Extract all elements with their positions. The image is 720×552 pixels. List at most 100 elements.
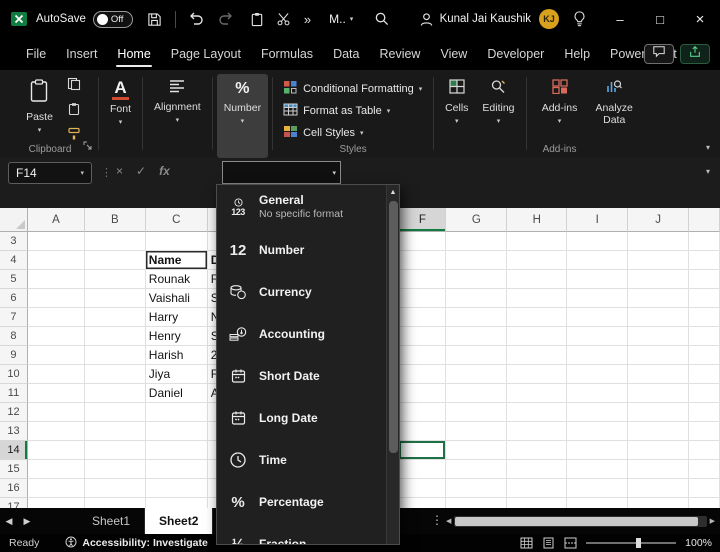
cell-A12[interactable] <box>27 403 85 422</box>
previous-sheet-icon[interactable]: ◀ <box>0 516 18 527</box>
cell-k9[interactable] <box>689 346 720 365</box>
cell-J13[interactable] <box>628 422 690 441</box>
scrollbar-track[interactable] <box>454 515 707 527</box>
search-icon[interactable] <box>374 11 389 26</box>
cell-A13[interactable] <box>27 422 85 441</box>
cell-H16[interactable] <box>507 479 568 498</box>
cell-B3[interactable] <box>84 232 146 251</box>
cell-H14[interactable] <box>507 441 568 460</box>
tab-view[interactable]: View <box>430 38 477 70</box>
cell-I15[interactable] <box>567 460 629 479</box>
cell-H4[interactable] <box>507 251 568 270</box>
alignment-button[interactable]: Alignment ▾ <box>147 74 208 158</box>
cells-button[interactable]: Cells ▾ <box>438 74 475 158</box>
cell-A7[interactable] <box>27 308 85 327</box>
format-option-general[interactable]: 123 General No specific format <box>217 185 386 229</box>
cell-H12[interactable] <box>507 403 568 422</box>
cell-A9[interactable] <box>27 346 85 365</box>
row-header-10[interactable]: 10 <box>0 365 28 384</box>
tab-insert[interactable]: Insert <box>56 38 107 70</box>
cell-k14[interactable] <box>689 441 720 460</box>
accessibility-checker[interactable]: Accessibility: Investigate <box>65 536 208 551</box>
cell-G15[interactable] <box>446 460 508 479</box>
cell-G3[interactable] <box>446 232 508 251</box>
cell-k13[interactable] <box>689 422 720 441</box>
cell-J11[interactable] <box>628 384 690 403</box>
cell-G5[interactable] <box>446 270 508 289</box>
column-header-G[interactable]: G <box>446 208 508 232</box>
cell-I16[interactable] <box>567 479 629 498</box>
sheet-tab-sheet2[interactable]: Sheet2 <box>145 508 214 534</box>
format-option-long-date[interactable]: Long Date <box>217 397 386 439</box>
cell-A16[interactable] <box>27 479 85 498</box>
cell-F13[interactable] <box>399 422 447 441</box>
cell-H9[interactable] <box>507 346 568 365</box>
toolbar-overflow-chevron[interactable]: » <box>304 12 311 27</box>
font-button[interactable]: A Font ▾ <box>103 74 138 158</box>
cell-J15[interactable] <box>628 460 690 479</box>
analyze-data-button[interactable]: Analyze Data <box>589 74 640 158</box>
scroll-up-icon[interactable]: ▲ <box>390 185 397 196</box>
cell-G10[interactable] <box>446 365 508 384</box>
select-all-corner[interactable] <box>0 208 28 232</box>
cell-I14[interactable] <box>567 441 629 460</box>
clipboard-icon[interactable] <box>250 12 264 27</box>
expand-formula-bar-icon[interactable]: ▾ <box>706 167 710 176</box>
row-header-6[interactable]: 6 <box>0 289 28 308</box>
cell-F7[interactable] <box>399 308 447 327</box>
row-header-16[interactable]: 16 <box>0 479 28 498</box>
row-header-3[interactable]: 3 <box>0 232 28 251</box>
cell-F14[interactable] <box>399 441 447 460</box>
cell-C15[interactable] <box>145 460 208 479</box>
cell-C12[interactable] <box>145 403 208 422</box>
zoom-level[interactable]: 100% <box>685 537 712 549</box>
format-option-time[interactable]: Time <box>217 439 386 481</box>
cell-J10[interactable] <box>628 365 690 384</box>
cell-I10[interactable] <box>567 365 629 384</box>
close-button[interactable]: × <box>680 0 720 38</box>
format-as-table-button[interactable]: Format as Table ▾ <box>283 100 390 121</box>
share-button[interactable] <box>680 44 710 64</box>
cell-I6[interactable] <box>567 289 629 308</box>
cell-I7[interactable] <box>567 308 629 327</box>
cell-C6[interactable]: Vaishali <box>145 289 208 308</box>
cell-I3[interactable] <box>567 232 629 251</box>
conditional-formatting-button[interactable]: Conditional Formatting ▾ <box>283 78 422 99</box>
cell-C11[interactable]: Daniel <box>145 384 208 403</box>
cell-H13[interactable] <box>507 422 568 441</box>
clipboard-dialog-launcher-icon[interactable] <box>83 137 92 155</box>
tab-page-layout[interactable]: Page Layout <box>161 38 251 70</box>
cell-G11[interactable] <box>446 384 508 403</box>
cell-k3[interactable] <box>689 232 720 251</box>
tab-home[interactable]: Home <box>107 38 160 70</box>
cell-C3[interactable] <box>145 232 208 251</box>
tab-data[interactable]: Data <box>323 38 369 70</box>
cell-H8[interactable] <box>507 327 568 346</box>
row-header-4[interactable]: 4 <box>0 251 28 270</box>
cell-C10[interactable]: Jiya <box>145 365 208 384</box>
undo-icon[interactable] <box>188 12 204 26</box>
cell-F9[interactable] <box>399 346 447 365</box>
avatar[interactable]: KJ <box>539 9 559 29</box>
row-header-15[interactable]: 15 <box>0 460 28 479</box>
cell-A10[interactable] <box>27 365 85 384</box>
cell-A8[interactable] <box>27 327 85 346</box>
cell-G7[interactable] <box>446 308 508 327</box>
redo-icon[interactable] <box>218 12 234 26</box>
tab-formulas[interactable]: Formulas <box>251 38 323 70</box>
save-icon[interactable] <box>147 12 162 27</box>
cell-I11[interactable] <box>567 384 629 403</box>
number-format-button[interactable]: % Number ▾ <box>216 74 269 158</box>
scissors-icon[interactable] <box>276 12 291 26</box>
row-header-13[interactable]: 13 <box>0 422 28 441</box>
cell-J16[interactable] <box>628 479 690 498</box>
cell-C4[interactable]: Name <box>145 251 208 270</box>
number-format-combobox[interactable]: ▾ <box>222 161 341 184</box>
cell-k16[interactable] <box>689 479 720 498</box>
row-header-7[interactable]: 7 <box>0 308 28 327</box>
cell-J7[interactable] <box>628 308 690 327</box>
row-header-12[interactable]: 12 <box>0 403 28 422</box>
cell-H3[interactable] <box>507 232 568 251</box>
cell-k8[interactable] <box>689 327 720 346</box>
dropdown-scrollbar[interactable]: ▲ <box>386 185 399 544</box>
